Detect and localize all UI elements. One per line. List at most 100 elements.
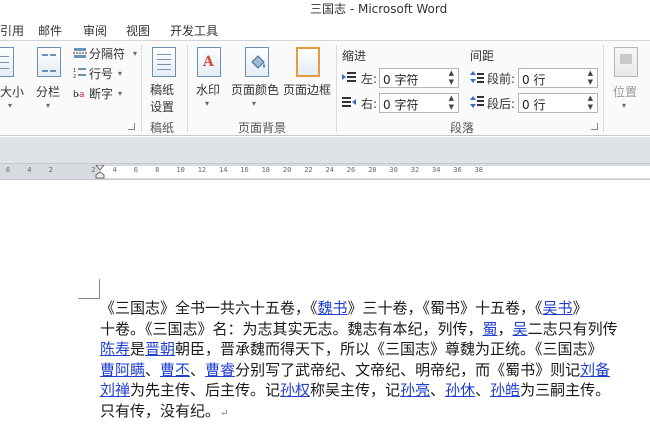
breaks-label: 分隔符 [89, 47, 126, 61]
text-run: 、 [145, 360, 161, 379]
ribbon: 大小 ▾ 分栏 ▾ 分隔符 ▾ 12 行号 ▾ ba 断字 ▾ 稿纸 设置 稿纸 [0, 40, 650, 136]
page-border-label: 页面边框 [283, 83, 332, 97]
spacing-after-icon [470, 96, 484, 108]
text-run: 是 [130, 340, 146, 358]
paragraph-dialog-launcher[interactable] [591, 123, 598, 130]
group-separator [187, 45, 188, 133]
document-body[interactable]: 《三国志》全书一共六十五卷，《魏书》三十卷，《蜀书》十五卷，《吴书》十卷。《三国… [100, 298, 650, 421]
hyperlink[interactable]: 陈寿 [100, 340, 130, 358]
line-numbers-icon: 12 [73, 68, 86, 79]
indent-left-icon [342, 72, 356, 82]
indent-left-label: 左: [361, 72, 378, 86]
indent-left-stepper[interactable]: 0 字符 ▲ ▼ [379, 68, 459, 88]
text-run: 为先主传、后主传。记 [130, 381, 281, 399]
tab-review[interactable]: 审阅 [83, 22, 107, 39]
group-label-page-background: 页面背景 [238, 121, 287, 135]
indent-right-value: 0 字符 [383, 98, 419, 112]
text-run: 《三国志》全书一共六十五卷，《 [100, 299, 318, 317]
tab-mailings[interactable]: 邮件 [38, 22, 62, 39]
ruler-tick-label: 38 [474, 166, 484, 174]
title-bar: 三国志 - Microsoft Word [0, 0, 650, 16]
crop-mark [99, 279, 100, 299]
ruler-tick-label: 34 [432, 166, 441, 174]
text-run: 》 [572, 299, 588, 317]
text-run: ， [497, 319, 513, 338]
group-separator [603, 45, 604, 133]
ribbon-tabs: 引用 邮件 审阅 视图 开发工具 [0, 18, 650, 40]
ruler-tick-label: 4 [27, 166, 32, 174]
text-run: 二志只有列传 [527, 319, 618, 338]
page-setup-dialog-launcher[interactable] [128, 123, 135, 130]
spacing-after-stepper[interactable]: 0 行 ▲ ▼ [518, 93, 598, 113]
chevron-down-icon: ▾ [118, 89, 123, 98]
hyperlink[interactable]: 曹阿瞒 [100, 361, 145, 379]
page-color-label: 页面颜色 [231, 83, 280, 97]
columns-icon [37, 47, 61, 77]
ruler-tick-label: 30 [389, 166, 398, 174]
hyperlink[interactable]: 蜀 [483, 320, 498, 338]
indent-right-label: 右: [361, 97, 378, 111]
hyphenation-label: 断字 [89, 87, 114, 101]
chevron-down-icon: ▾ [8, 101, 13, 110]
hyphenation-icon: ba [73, 90, 85, 99]
hyperlink[interactable]: 刘备 [580, 361, 610, 379]
page-size-icon [0, 47, 14, 77]
stepper-arrows-icon[interactable]: ▲ ▼ [588, 94, 593, 112]
hyperlink[interactable]: 曹丕 [160, 361, 190, 379]
draft-paper-label-line1: 稿纸 [150, 83, 175, 97]
group-separator [141, 45, 142, 133]
hyperlink[interactable]: 魏书 [318, 299, 348, 317]
page-border-icon [296, 47, 320, 77]
spacing-after-value: 0 行 [522, 98, 546, 112]
indent-marker-icon[interactable] [95, 165, 105, 179]
indent-right-stepper[interactable]: 0 字符 ▲ ▼ [379, 93, 459, 113]
page-break-icon [73, 48, 87, 58]
text-run: 只有传，没有纪。 [100, 401, 221, 420]
hyperlink[interactable]: 孙休 [445, 381, 475, 399]
text-run: 》三十卷，《蜀书》十五卷，《 [347, 299, 543, 317]
hyperlink[interactable]: 吴 [513, 320, 528, 338]
group-label-draft: 稿纸 [150, 121, 175, 135]
ruler-tick-label: 6 [133, 166, 139, 174]
spacing-before-label: 段前: [487, 72, 516, 86]
document-gap [0, 137, 650, 163]
tab-developer[interactable]: 开发工具 [170, 22, 218, 39]
text-run: 称吴主传，记 [310, 381, 401, 399]
spacing-before-stepper[interactable]: 0 行 ▲ ▼ [518, 68, 598, 88]
text-run: 朝臣，晋承魏而得天下，所以《三国志》尊魏为正统。《三国志》 [175, 340, 603, 358]
ruler-tick-label: 20 [282, 166, 292, 174]
group-separator [336, 45, 337, 133]
spacing-after-label: 段后: [487, 97, 516, 111]
chevron-down-icon: ▾ [622, 101, 627, 110]
paragraph-mark-icon: ↵ [220, 407, 229, 419]
ruler-tick-label: 4 [112, 166, 117, 174]
page-color-icon [245, 47, 269, 77]
document-line: 十卷。《三国志》名：为志其实无志。魏志有本纪，列传，蜀，吴二志只有列传 [100, 319, 650, 340]
ruler-tick-label: 22 [304, 166, 313, 174]
hyperlink[interactable]: 晋朝 [145, 340, 175, 358]
tab-references[interactable]: 引用 [0, 22, 24, 39]
chevron-down-icon: ▾ [46, 101, 51, 110]
hyperlink[interactable]: 孙亮 [400, 381, 430, 399]
hyperlink[interactable]: 孙权 [280, 381, 310, 399]
crop-mark [78, 298, 100, 299]
hyperlink[interactable]: 刘禅 [100, 381, 130, 399]
hyperlink[interactable]: 孙皓 [490, 381, 520, 399]
hyperlink[interactable]: 曹睿 [205, 361, 235, 379]
ruler-tick-label: 8 [155, 166, 160, 174]
ruler-tick-label: 2 [48, 166, 53, 174]
text-run: 、 [190, 360, 206, 379]
text-run: 为三嗣主传。 [520, 381, 611, 399]
text-run: 分别写了武帝纪、文帝纪、明帝纪，而《蜀书》则记 [235, 360, 581, 379]
line-numbers-label: 行号 [89, 67, 114, 81]
stepper-arrows-icon[interactable]: ▲ ▼ [449, 69, 454, 87]
horizontal-ruler[interactable]: 6 4 2 2 4 6 8 10 12 14 16 18 20 22 24 26 28 30 32 34 36 38 [0, 163, 650, 180]
tab-view[interactable]: 视图 [126, 22, 150, 39]
document-line: 陈寿是晋朝朝臣，晋承魏而得天下，所以《三国志》尊魏为正统。《三国志》 [100, 339, 650, 360]
draft-paper-label-line2: 设置 [150, 100, 175, 114]
stepper-arrows-icon[interactable]: ▲ ▼ [588, 69, 593, 87]
hyperlink[interactable]: 吴书 [543, 299, 573, 317]
ruler-tick-label: 10 [176, 166, 185, 174]
stepper-arrows-icon[interactable]: ▲ ▼ [449, 94, 454, 112]
ruler-tick-label: 6 [6, 166, 11, 174]
